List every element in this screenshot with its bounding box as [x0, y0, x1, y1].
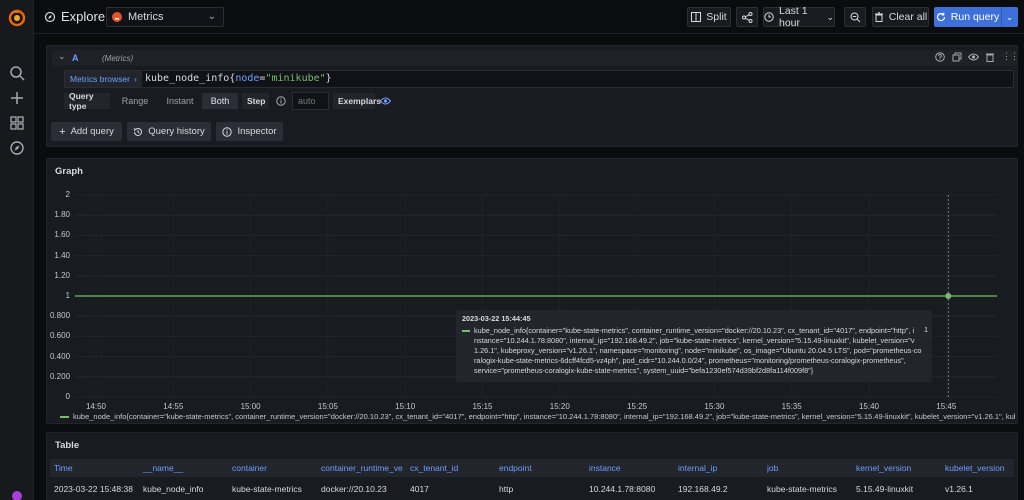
tooltip-line: service="prometheus-coralogix-kube-state…: [474, 366, 814, 375]
legend-color-swatch: [60, 416, 69, 419]
table-cell: kube_node_info: [143, 484, 204, 494]
graph-tooltip: 2023-03-22 15:44:45 kube_node_info{conta…: [456, 310, 932, 382]
table-column-header[interactable]: endpoint: [499, 463, 585, 473]
tooltip-line: kube_node_info{container="kube-state-met…: [474, 326, 915, 335]
table-column-header[interactable]: cx_tenant_id: [410, 463, 496, 473]
table-cell: 2023-03-22 15:48:38: [54, 484, 133, 494]
table-column-header[interactable]: job: [767, 463, 853, 473]
table-column-header[interactable]: kernel_version: [856, 463, 942, 473]
table-column-header[interactable]: kubelet_version: [945, 463, 1014, 473]
table-column-header[interactable]: internal_ip: [678, 463, 764, 473]
tooltip-line: nstance="10.244.1.78:8080", internal_ip=…: [474, 336, 915, 345]
graph-plot[interactable]: [0, 0, 1024, 500]
table-cell: kube-state-metrics: [232, 484, 302, 494]
tooltip-value: 1: [923, 325, 928, 334]
table-cell: http: [499, 484, 514, 494]
graph-legend[interactable]: kube_node_info{container="kube-state-met…: [60, 412, 1015, 421]
tooltip-line: ralogix-kube-state-metrics-6dcff4fcd5-vz…: [474, 356, 906, 365]
legend-label: kube_node_info{container="kube-state-met…: [73, 412, 1015, 421]
table-cell: docker://20.10.23: [321, 484, 387, 494]
tooltip-time: 2023-03-22 15:44:45: [462, 314, 531, 323]
table-column-header[interactable]: __name__: [143, 463, 229, 473]
table-column-header[interactable]: Time: [54, 463, 140, 473]
table-cell: 5.15.49-linuxkit: [856, 484, 914, 494]
table-title: Table: [55, 440, 80, 451]
table-column-header[interactable]: container: [232, 463, 318, 473]
table-column-header[interactable]: container_runtime_ve: [321, 463, 407, 473]
table-cell: 10.244.1.78:8080: [589, 484, 656, 494]
table-column-header[interactable]: instance: [589, 463, 675, 473]
tooltip-series: kube_node_info{container="kube-state-met…: [462, 326, 926, 376]
hover-point: [945, 293, 952, 299]
table-cell: 4017: [410, 484, 429, 494]
table-cell: kube-state-metrics: [767, 484, 837, 494]
tooltip-line: 1.26.1", kubeproxy_version="v1.26.1", na…: [474, 346, 922, 355]
tooltip-series-color: [462, 330, 470, 332]
table-cell: v1.26.1: [945, 484, 973, 494]
table-cell: 192.168.49.2: [678, 484, 728, 494]
